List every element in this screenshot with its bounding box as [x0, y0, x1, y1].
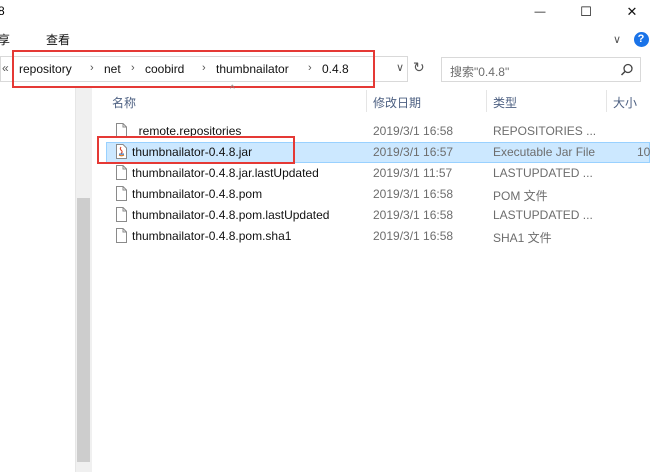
file-row[interactable]: thumbnailator-0.4.8.pom.lastUpdated 2019…	[106, 205, 650, 226]
file-type: Executable Jar File	[493, 145, 596, 159]
breadcrumb-overflow-icon[interactable]: «	[2, 61, 9, 75]
column-header-name[interactable]: 名称	[112, 94, 136, 111]
search-box[interactable]: 搜索"0.4.8"	[441, 57, 641, 82]
window-title: 8	[0, 4, 5, 18]
maximize-button[interactable]: ☐	[566, 0, 606, 24]
file-row[interactable]: thumbnailator-0.4.8.pom.sha1 2019/3/1 16…	[106, 226, 650, 247]
maximize-icon: ☐	[580, 4, 592, 19]
file-name: thumbnailator-0.4.8.jar.lastUpdated	[132, 166, 319, 180]
minimize-button[interactable]: —	[520, 0, 560, 24]
minimize-icon: —	[534, 6, 546, 18]
document-icon	[116, 186, 127, 201]
scrollbar-thumb[interactable]	[77, 198, 90, 462]
file-type: LASTUPDATED ...	[493, 166, 593, 180]
file-modified: 2019/3/1 16:58	[373, 187, 454, 201]
file-modified: 2019/3/1 16:57	[373, 145, 454, 159]
sort-arrow-icon: ^	[230, 84, 235, 95]
column-divider[interactable]	[366, 90, 367, 112]
column-divider[interactable]	[486, 90, 487, 112]
column-header-size[interactable]: 大小	[613, 94, 637, 111]
breadcrumb-highlight-box	[12, 50, 375, 88]
expand-ribbon-button[interactable]: ∨	[610, 30, 624, 48]
file-row[interactable]: thumbnailator-0.4.8.pom 2019/3/1 16:58 P…	[106, 184, 650, 205]
chevron-down-icon: ∨	[612, 33, 622, 46]
column-header-type[interactable]: 类型	[493, 94, 517, 111]
close-icon: ✕	[626, 4, 638, 19]
file-type: LASTUPDATED ...	[493, 208, 593, 222]
search-input[interactable]: 搜索"0.4.8"	[450, 63, 509, 80]
file-name: thumbnailator-0.4.8.pom	[132, 187, 263, 201]
help-button[interactable]: ?	[633, 30, 649, 48]
close-button[interactable]: ✕	[612, 0, 650, 24]
document-icon	[116, 228, 127, 243]
tab-share[interactable]: 享	[0, 31, 10, 48]
refresh-icon[interactable]: ↻	[413, 59, 425, 76]
search-icon[interactable]	[620, 63, 634, 77]
column-header-modified[interactable]: 修改日期	[373, 94, 421, 111]
document-icon	[116, 207, 127, 222]
file-modified: 2019/3/1 16:58	[373, 124, 454, 138]
file-type: REPOSITORIES ...	[493, 124, 597, 138]
file-name: thumbnailator-0.4.8.pom.lastUpdated	[132, 208, 330, 222]
file-size: 10	[637, 145, 650, 159]
help-icon: ?	[633, 31, 649, 47]
file-row[interactable]: thumbnailator-0.4.8.jar.lastUpdated 2019…	[106, 163, 650, 184]
file-modified: 2019/3/1 16:58	[373, 229, 454, 243]
column-divider[interactable]	[606, 90, 607, 112]
tab-view[interactable]: 查看	[46, 31, 70, 48]
file-modified: 2019/3/1 11:57	[373, 166, 453, 180]
file-name: thumbnailator-0.4.8.pom.sha1	[132, 229, 292, 243]
document-icon	[116, 165, 127, 180]
file-type: POM 文件	[493, 189, 548, 203]
address-dropdown-icon[interactable]: ∨	[396, 61, 404, 74]
file-modified: 2019/3/1 16:58	[373, 208, 454, 222]
file-type: SHA1 文件	[493, 231, 552, 245]
jar-highlight-box	[97, 136, 295, 164]
